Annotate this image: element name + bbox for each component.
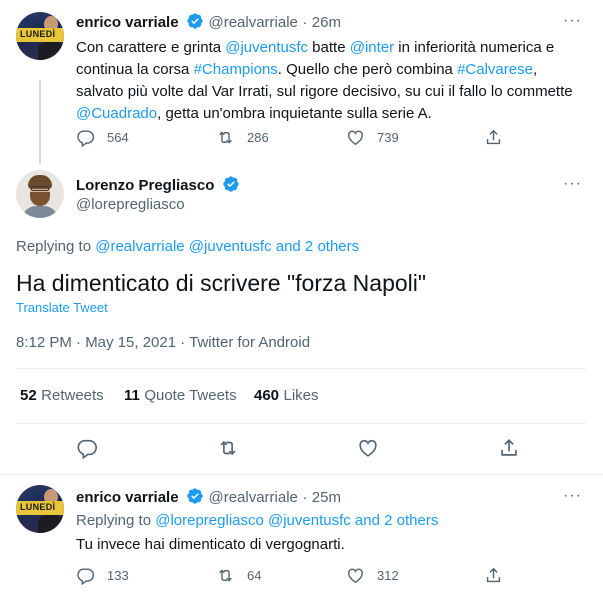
- retweet-count: 64: [247, 568, 262, 583]
- replying-to-link[interactable]: @realvarriale @juventusfc and 2 others: [95, 238, 359, 255]
- tweet-time[interactable]: 26m: [312, 14, 341, 31]
- reply-icon: [77, 439, 97, 460]
- tweet-text: Con carattere e grinta @juventusfc batte…: [76, 37, 576, 125]
- author-name[interactable]: enrico varriale: [76, 489, 179, 506]
- share-button[interactable]: [484, 128, 515, 147]
- tweet-text: Ha dimenticato di scrivere "forza Napoli…: [16, 270, 427, 296]
- avatar-shirt: [22, 206, 58, 218]
- verified-badge-icon: [222, 175, 240, 198]
- tweet-timestamp[interactable]: 8:12 PM · May 15, 2021 · Twitter for And…: [16, 334, 310, 351]
- more-options-icon[interactable]: ···: [563, 12, 582, 30]
- retweet-button[interactable]: [217, 437, 239, 464]
- separator-dot: ·: [302, 14, 308, 31]
- author-handle[interactable]: @lorepregliasco: [76, 196, 185, 213]
- reply-button[interactable]: 564: [76, 128, 129, 147]
- tweet-header: enrico varriale @realvarriale · 26m: [76, 12, 341, 35]
- retweets-stat[interactable]: 52 Retweets: [20, 387, 104, 405]
- heart-icon: [348, 130, 363, 146]
- avatar[interactable]: [16, 170, 64, 218]
- replying-to: Replying to @realvarriale @juventusfc an…: [16, 238, 359, 255]
- verified-badge-icon: [186, 487, 204, 510]
- reply-count: 564: [107, 130, 129, 145]
- author-name[interactable]: Lorenzo Pregliasco: [76, 177, 214, 194]
- author-block: Lorenzo Pregliasco: [76, 175, 240, 198]
- likes-count: 460: [254, 387, 280, 404]
- replying-prefix: Replying to: [76, 512, 156, 529]
- author-handle[interactable]: @realvarriale: [208, 489, 297, 506]
- avatar-logo-text: LUNEDÌ: [20, 29, 56, 39]
- avatar-logo-text: LUNEDÌ: [20, 502, 56, 512]
- likes-stat[interactable]: 460 Likes: [254, 387, 319, 405]
- avatar-suit: [38, 515, 64, 533]
- retweets-label: Retweets: [41, 387, 104, 404]
- avatar-glasses: [31, 186, 49, 191]
- heart-icon: [359, 439, 377, 457]
- divider: [0, 474, 603, 475]
- retweet-count: 286: [247, 130, 269, 145]
- reply-icon: [77, 130, 95, 147]
- reply-icon: [77, 568, 95, 585]
- reply-count: 133: [107, 568, 129, 583]
- quote-tweets-label: Quote Tweets: [144, 387, 237, 404]
- replying-prefix: Replying to: [16, 238, 96, 255]
- translate-tweet-link[interactable]: Translate Tweet: [16, 300, 108, 315]
- tweet-text: Tu invece hai dimenticato di vergognarti…: [76, 536, 345, 553]
- more-options-icon[interactable]: ···: [563, 487, 582, 505]
- share-button[interactable]: [484, 566, 515, 585]
- replying-to-link[interactable]: @lorepregliasco @juventusfc and 2 others: [155, 512, 438, 529]
- mention-link[interactable]: @juventusfc: [225, 39, 308, 56]
- author-name[interactable]: enrico varriale: [76, 14, 179, 31]
- text-part: . Quello che però combina: [277, 61, 458, 78]
- like-button[interactable]: 312: [346, 566, 399, 585]
- author-handle[interactable]: @realvarriale: [208, 14, 297, 31]
- like-button[interactable]: [357, 437, 379, 464]
- share-icon: [486, 129, 501, 145]
- verified-badge-icon: [186, 12, 204, 35]
- hashtag-link[interactable]: #Calvarese: [457, 61, 533, 78]
- share-icon: [486, 567, 501, 583]
- retweet-icon: [220, 440, 236, 456]
- text-part: , getta un'ombra inquietante sulla serie…: [157, 105, 432, 122]
- text-part: batte: [308, 39, 350, 56]
- like-count: 312: [377, 568, 399, 583]
- text-part: Con carattere e grinta: [76, 39, 226, 56]
- quote-tweets-stat[interactable]: 11 Quote Tweets: [124, 387, 237, 405]
- avatar[interactable]: LUNEDÌ: [16, 12, 64, 60]
- mention-link[interactable]: @inter: [350, 39, 394, 56]
- share-icon: [501, 439, 517, 456]
- share-button[interactable]: [498, 437, 520, 464]
- quote-tweets-count: 11: [124, 387, 140, 404]
- separator-dot: ·: [302, 489, 308, 506]
- avatar[interactable]: LUNEDÌ: [16, 485, 64, 533]
- like-count: 739: [377, 130, 399, 145]
- avatar-beard: [30, 192, 50, 206]
- more-options-icon[interactable]: ···: [563, 175, 582, 193]
- retweet-button[interactable]: 286: [216, 128, 269, 147]
- likes-label: Likes: [283, 387, 319, 404]
- retweet-icon: [219, 569, 232, 582]
- tweet-header: enrico varriale @realvarriale · 25m: [76, 487, 341, 510]
- retweet-icon: [219, 131, 232, 144]
- divider: [16, 368, 587, 369]
- tweet-time[interactable]: 25m: [312, 489, 341, 506]
- divider: [16, 423, 587, 424]
- mention-link[interactable]: @Cuadrado: [76, 105, 157, 122]
- like-button[interactable]: 739: [346, 128, 399, 147]
- heart-icon: [348, 568, 363, 584]
- avatar-suit: [38, 42, 64, 60]
- reply-button[interactable]: [76, 437, 98, 464]
- reply-button[interactable]: 133: [76, 566, 129, 585]
- replying-to: Replying to @lorepregliasco @juventusfc …: [76, 512, 438, 529]
- thread-line: [39, 80, 41, 164]
- retweet-button[interactable]: 64: [216, 566, 261, 585]
- retweets-count: 52: [20, 387, 37, 404]
- hashtag-link[interactable]: #Champions: [194, 61, 278, 78]
